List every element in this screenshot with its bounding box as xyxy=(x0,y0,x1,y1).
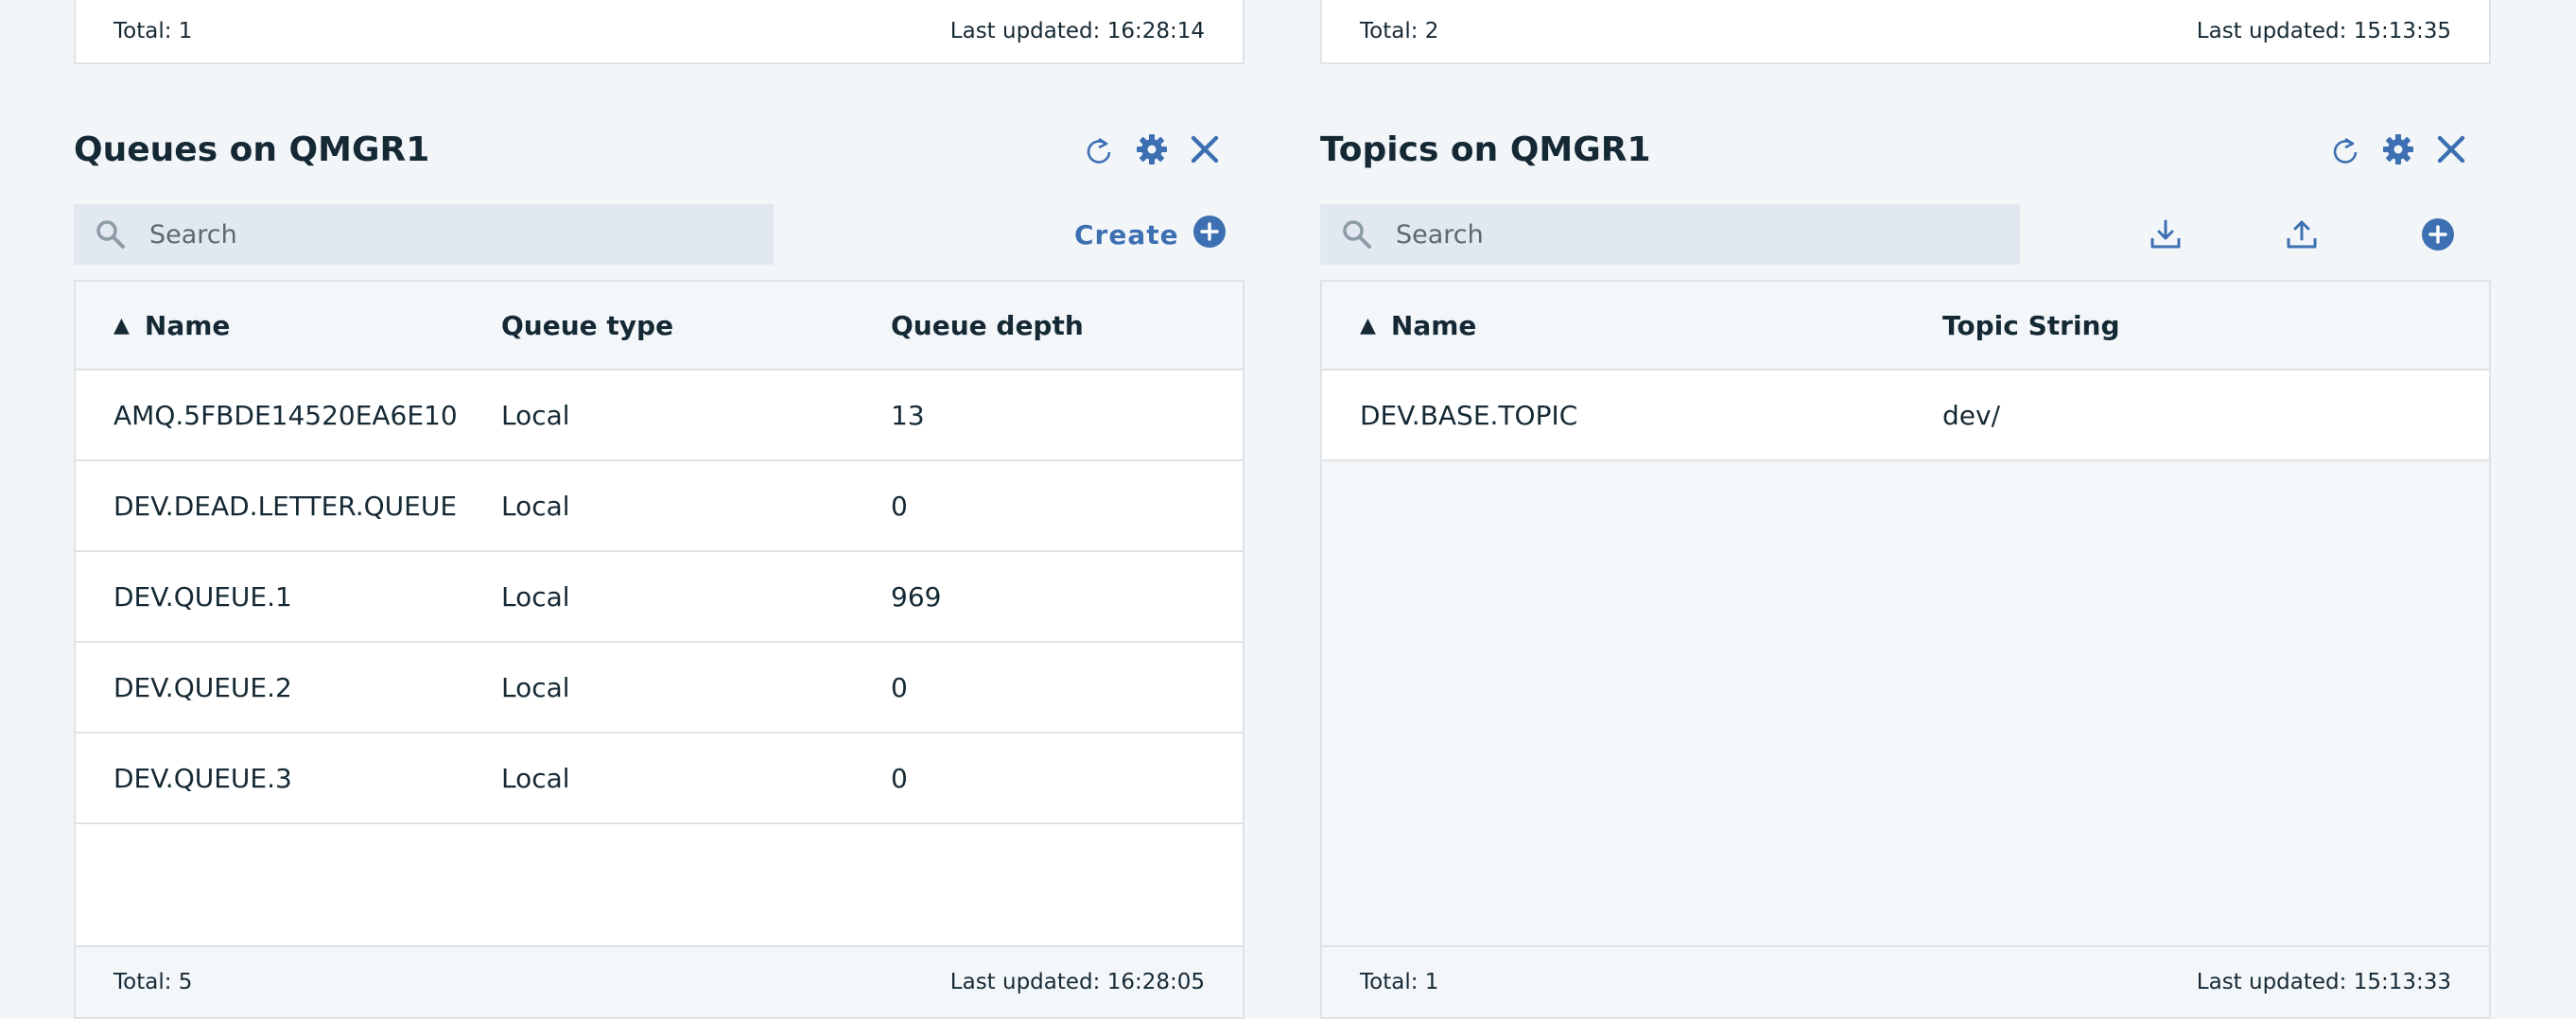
refresh-icon[interactable] xyxy=(2319,123,2372,176)
table-row[interactable]: AMQ.5FBDE14520EA6E10 Local 13 xyxy=(76,371,1243,461)
widget-title: Queues on QMGR1 xyxy=(74,130,430,169)
create-button[interactable]: Create xyxy=(1074,204,1227,265)
column-label: Queue type xyxy=(501,309,674,341)
queue-type: Local xyxy=(501,399,570,431)
queue-name: DEV.QUEUE.1 xyxy=(113,580,292,613)
search-input[interactable] xyxy=(1394,218,1984,250)
topic-name: DEV.BASE.TOPIC xyxy=(1360,399,1578,431)
widget-toolbar xyxy=(1072,123,1231,176)
table-header: ▲ Name Topic String xyxy=(1322,282,2489,371)
table-footer: Total: 5 Last updated: 16:28:05 xyxy=(76,945,1243,1017)
queue-name: DEV.QUEUE.2 xyxy=(113,671,292,703)
widget-toolbar xyxy=(2319,123,2478,176)
search-box xyxy=(1320,204,2020,265)
table-header: ▲ Name Queue type Queue depth xyxy=(76,282,1243,371)
search-icon xyxy=(1320,204,1394,265)
column-header-queue-type[interactable]: Queue type xyxy=(501,282,673,369)
column-header-name[interactable]: ▲ Name xyxy=(1360,282,1476,369)
last-updated: Last updated: 16:28:05 xyxy=(949,970,1205,994)
total-count: Total: 1 xyxy=(1360,970,1439,994)
table-empty-area xyxy=(1322,461,2489,947)
queues-table: ▲ Name Queue type Queue depth AMQ.5FBDE1… xyxy=(74,280,1244,1019)
table-row[interactable]: DEV.QUEUE.1 Local 969 xyxy=(76,552,1243,643)
previous-widget-footer-right: Total: 2 Last updated: 15:13:35 xyxy=(1320,0,2491,64)
add-circle-icon[interactable] xyxy=(2408,204,2468,265)
table-row[interactable]: DEV.QUEUE.3 Local 0 xyxy=(76,734,1243,824)
refresh-icon[interactable] xyxy=(1072,123,1125,176)
queue-type: Local xyxy=(501,762,570,794)
download-icon[interactable] xyxy=(2135,204,2196,265)
queue-depth: 0 xyxy=(891,490,908,522)
queue-name: DEV.DEAD.LETTER.QUEUE xyxy=(113,490,458,522)
queue-type: Local xyxy=(501,580,570,613)
queue-depth: 0 xyxy=(891,762,908,794)
queues-widget: Queues on QMGR1 Search Create ▲ Name Que… xyxy=(74,123,1244,1019)
queue-depth: 0 xyxy=(891,671,908,703)
queue-depth: 969 xyxy=(891,580,942,613)
column-label: Name xyxy=(1390,309,1477,341)
previous-widget-footer-left: Total: 1 Last updated: 16:28:14 xyxy=(74,0,1244,64)
topic-string: dev/ xyxy=(1942,399,2001,431)
table-row[interactable]: DEV.DEAD.LETTER.QUEUE Local 0 xyxy=(76,461,1243,552)
add-circle-icon xyxy=(1192,215,1227,255)
column-header-queue-depth[interactable]: Queue depth xyxy=(891,282,1084,369)
upload-icon[interactable] xyxy=(2271,204,2332,265)
sort-ascending-icon: ▲ xyxy=(113,313,130,337)
create-label: Create xyxy=(1074,218,1179,250)
topics-table: ▲ Name Topic String DEV.BASE.TOPIC dev/ … xyxy=(1320,280,2491,1019)
last-updated: Last updated: 15:13:33 xyxy=(2196,970,2451,994)
widget-title: Topics on QMGR1 xyxy=(1320,130,1651,169)
table-footer: Total: 1 Last updated: 15:13:33 xyxy=(1322,945,2489,1017)
search-icon xyxy=(74,204,148,265)
total-count: Total: 1 xyxy=(113,19,193,43)
close-icon[interactable] xyxy=(2425,123,2478,176)
total-count: Total: 5 xyxy=(113,970,193,994)
sort-ascending-icon: ▲ xyxy=(1360,313,1376,337)
queue-type: Local xyxy=(501,490,570,522)
table-row[interactable]: DEV.QUEUE.2 Local 0 xyxy=(76,643,1243,734)
close-icon[interactable] xyxy=(1178,123,1231,176)
column-header-name[interactable]: ▲ Name xyxy=(113,282,230,369)
last-updated: Last updated: 15:13:35 xyxy=(2196,19,2451,43)
gear-icon[interactable] xyxy=(1125,123,1178,176)
column-label: Name xyxy=(144,309,231,341)
gear-icon[interactable] xyxy=(2372,123,2425,176)
queue-type: Local xyxy=(501,671,570,703)
total-count: Total: 2 xyxy=(1360,19,1439,43)
topics-widget: Topics on QMGR1 Search ▲ Name Topic Stri… xyxy=(1320,123,2491,1019)
column-header-topic-string[interactable]: Topic String xyxy=(1942,282,2120,369)
search-box xyxy=(74,204,774,265)
search-input[interactable] xyxy=(148,218,738,250)
column-label: Topic String xyxy=(1942,309,2120,341)
queue-depth: 13 xyxy=(891,399,925,431)
table-row[interactable]: DEV.BASE.TOPIC dev/ xyxy=(1322,371,2489,461)
last-updated: Last updated: 16:28:14 xyxy=(949,19,1205,43)
queue-name: DEV.QUEUE.3 xyxy=(113,762,292,794)
queue-name: AMQ.5FBDE14520EA6E10 xyxy=(113,399,458,431)
column-label: Queue depth xyxy=(891,309,1084,341)
